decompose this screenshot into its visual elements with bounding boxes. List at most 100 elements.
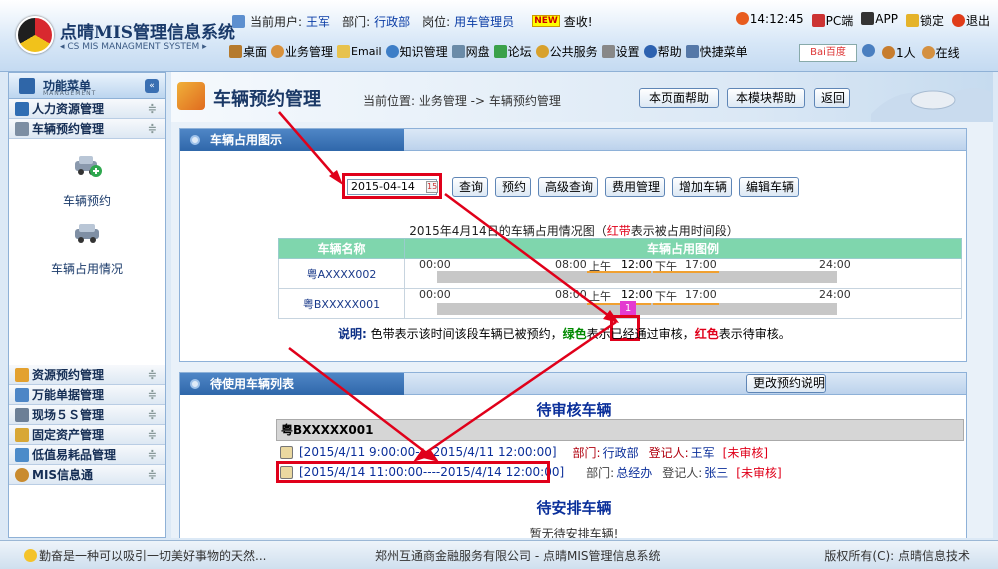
online-status[interactable]: 在线 xyxy=(921,44,960,61)
car-add-icon[interactable] xyxy=(72,153,102,179)
submenu-vehicle-occupancy[interactable]: 车辆占用情况 xyxy=(51,260,123,277)
submenu-vehicle-booking[interactable]: 车辆预约 xyxy=(63,192,111,209)
sidebar-item-label: 现场５Ｓ管理 xyxy=(32,408,105,422)
pc-label: PC端 xyxy=(825,14,854,28)
forum-icon xyxy=(493,45,507,58)
pc-client-link[interactable]: PC端 xyxy=(811,12,854,29)
menu-desktop[interactable]: 桌面 xyxy=(229,43,267,60)
menu-business[interactable]: 业务管理 xyxy=(271,43,333,60)
sidebar-header: 功能菜单 MANAGEMENT « xyxy=(9,73,165,99)
lightbulb-icon xyxy=(24,548,37,562)
menu-label: 论坛 xyxy=(507,45,532,59)
menu-help[interactable]: 帮助 xyxy=(643,43,682,60)
arrow-to-request xyxy=(288,347,434,459)
arrow-head xyxy=(413,448,428,462)
settings-icon xyxy=(601,45,615,58)
menu-label: Email xyxy=(351,45,382,58)
person-icon xyxy=(921,46,935,59)
status-tip: 勤奋是一种可以吸引一切美好事物的天然... xyxy=(39,548,267,563)
email-icon xyxy=(337,45,351,58)
online-label: 在线 xyxy=(935,46,960,60)
arrow-from-marker xyxy=(417,320,617,460)
resource-icon xyxy=(15,367,29,382)
app-link[interactable]: APP xyxy=(861,12,898,29)
user-info-bar: 当前用户: 王军 部门: 行政部 岗位: 用车管理员 NEW 查收! xyxy=(232,12,593,30)
car-icon xyxy=(15,121,29,136)
lock-label: 锁定 xyxy=(919,14,944,28)
menu-email[interactable]: Email xyxy=(337,43,382,60)
department-value: 行政部 xyxy=(374,14,411,29)
exit-button[interactable]: 退出 xyxy=(951,12,990,29)
collapse-sidebar-button[interactable]: « xyxy=(145,79,159,93)
menu-settings[interactable]: 设置 xyxy=(601,43,640,60)
menu-label: 桌面 xyxy=(243,45,268,59)
lock-button[interactable]: 锁定 xyxy=(905,12,944,29)
vehicle-submenu: 车辆预约 车辆占用情况 xyxy=(9,139,165,365)
menu-label: 快捷菜单 xyxy=(699,45,748,59)
sidebar-item-mis[interactable]: MIS信息通 ≑ xyxy=(9,465,165,485)
header-tools: 14:12:45 PC端 APP 锁定 退出 xyxy=(735,12,990,29)
menu-shortcuts[interactable]: 快捷菜单 xyxy=(685,43,748,60)
menu-label: 设置 xyxy=(615,45,640,59)
sidebar-item-label: 万能单据管理 xyxy=(32,388,105,402)
hr-icon xyxy=(15,101,29,116)
sidebar-item-resource[interactable]: 资源预约管理 ≑ xyxy=(9,365,165,385)
status-copyright: 版权所有(C): 点晴信息技术 xyxy=(824,548,970,563)
annotation-arrows xyxy=(278,111,619,462)
mis-icon xyxy=(15,467,29,482)
sidebar-item-5s[interactable]: 现场５Ｓ管理 ≑ xyxy=(9,405,165,425)
expand-icon: ≑ xyxy=(147,122,157,135)
sidebar-item-label: 低值易耗品管理 xyxy=(32,448,117,462)
expand-icon: ≑ xyxy=(147,428,157,441)
sidebar-item-label: 固定资产管理 xyxy=(32,428,105,442)
menu-public[interactable]: 公共服务 xyxy=(535,43,598,60)
sidebar-subtitle: MANAGEMENT xyxy=(43,90,97,97)
menu-netdisk[interactable]: 网盘 xyxy=(451,43,490,60)
menu-label: 公共服务 xyxy=(549,45,598,59)
sidebar-item-label: 人力资源管理 xyxy=(32,102,105,116)
pc-icon xyxy=(811,14,825,27)
app-title: 点晴MIS管理信息系统 xyxy=(60,23,236,43)
expand-icon: ≑ xyxy=(147,408,157,421)
expand-icon: ≑ xyxy=(147,102,157,115)
expand-icon: ≑ xyxy=(147,468,157,481)
check-mail-link[interactable]: 查收! xyxy=(564,13,593,30)
users-icon xyxy=(882,46,895,59)
menu-label: 网盘 xyxy=(465,45,490,59)
sidebar-item-assets[interactable]: 固定资产管理 ≑ xyxy=(9,425,165,445)
exit-label: 退出 xyxy=(965,14,990,28)
status-company: 郑州互通商金融服务有限公司 - 点晴MIS管理信息系统 xyxy=(375,548,661,563)
online-users[interactable]: 1人 xyxy=(882,44,916,61)
consumables-icon xyxy=(15,447,29,462)
search-icon[interactable] xyxy=(862,44,875,57)
baidu-search-box[interactable]: Bai百度 xyxy=(799,44,857,62)
menu-icon xyxy=(19,78,35,94)
menu-forum[interactable]: 论坛 xyxy=(493,43,532,60)
clock-text: 14:12:45 xyxy=(749,12,804,26)
new-badge: NEW xyxy=(532,15,560,27)
sidebar-item-label: 车辆预约管理 xyxy=(32,122,105,136)
status-bar: 勤奋是一种可以吸引一切美好事物的天然... 郑州互通商金融服务有限公司 - 点晴… xyxy=(0,540,998,569)
help-icon xyxy=(643,45,657,58)
desktop-icon xyxy=(229,45,242,58)
clock: 14:12:45 xyxy=(735,12,804,29)
sidebar-item-consumables[interactable]: 低值易耗品管理 ≑ xyxy=(9,445,165,465)
car-icon[interactable] xyxy=(72,221,102,247)
netdisk-icon xyxy=(451,45,465,58)
business-icon xyxy=(271,45,285,58)
user-info-icon xyxy=(232,14,245,28)
position-value: 用车管理员 xyxy=(454,14,515,29)
main-content: 车辆预约管理 当前位置: 业务管理 -> 车辆预约管理 本页面帮助 本模块帮助 … xyxy=(171,72,993,538)
sidebar-item-vehicle[interactable]: 车辆预约管理 ≑ xyxy=(9,119,165,139)
documents-icon xyxy=(15,387,29,402)
menu-knowledge[interactable]: 知识管理 xyxy=(385,43,448,60)
menu-label: 帮助 xyxy=(657,45,682,59)
knowledge-icon xyxy=(385,45,399,58)
sidebar-item-hr[interactable]: 人力资源管理 ≑ xyxy=(9,99,165,119)
sidebar-item-documents[interactable]: 万能单据管理 ≑ xyxy=(9,385,165,405)
online-count: 1人 xyxy=(896,46,916,60)
current-user-value: 王军 xyxy=(306,14,331,29)
assets-icon xyxy=(15,427,29,442)
sidebar: 功能菜单 MANAGEMENT « 人力资源管理 ≑ 车辆预约管理 ≑ 车辆预约 车… xyxy=(8,72,166,538)
online-info: 1人 在线 xyxy=(862,44,960,61)
